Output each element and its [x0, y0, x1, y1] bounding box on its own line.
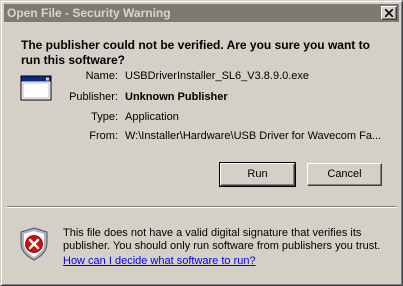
type-label: Type: [91, 111, 118, 123]
name-value: USBDriverInstaller_SL6_V3.8.9.0.exe [125, 70, 310, 82]
security-warning-dialog: Open File - Security Warning The publish… [0, 0, 403, 286]
warning-message: This file does not have a valid digital … [63, 227, 381, 252]
name-row: Name: USBDriverInstaller_SL6_V3.8.9.0.ex… [4, 69, 400, 84]
help-link[interactable]: How can I decide what software to run? [63, 255, 256, 268]
title-bar[interactable]: Open File - Security Warning [4, 4, 399, 22]
dialog-content: The publisher could not be verified. Are… [4, 23, 400, 205]
run-button[interactable]: Run [219, 162, 296, 187]
type-row: Type: Application [4, 110, 400, 125]
publisher-label: Publisher: [69, 91, 118, 103]
close-button[interactable] [381, 6, 397, 20]
close-icon [385, 9, 393, 17]
from-value: W:\Installer\Hardware\USB Driver for Wav… [125, 130, 381, 142]
window-title: Open File - Security Warning [7, 6, 171, 20]
warning-heading: The publisher could not be verified. Are… [21, 38, 370, 67]
from-label: From: [89, 130, 118, 142]
divider [7, 206, 397, 208]
publisher-row: Publisher: Unknown Publisher [4, 90, 400, 105]
cancel-button[interactable]: Cancel [307, 163, 382, 186]
type-value: Application [125, 111, 179, 123]
security-shield-icon [20, 227, 48, 261]
name-label: Name: [85, 70, 118, 82]
publisher-value: Unknown Publisher [125, 91, 228, 103]
from-row: From: W:\Installer\Hardware\USB Driver f… [4, 129, 400, 144]
